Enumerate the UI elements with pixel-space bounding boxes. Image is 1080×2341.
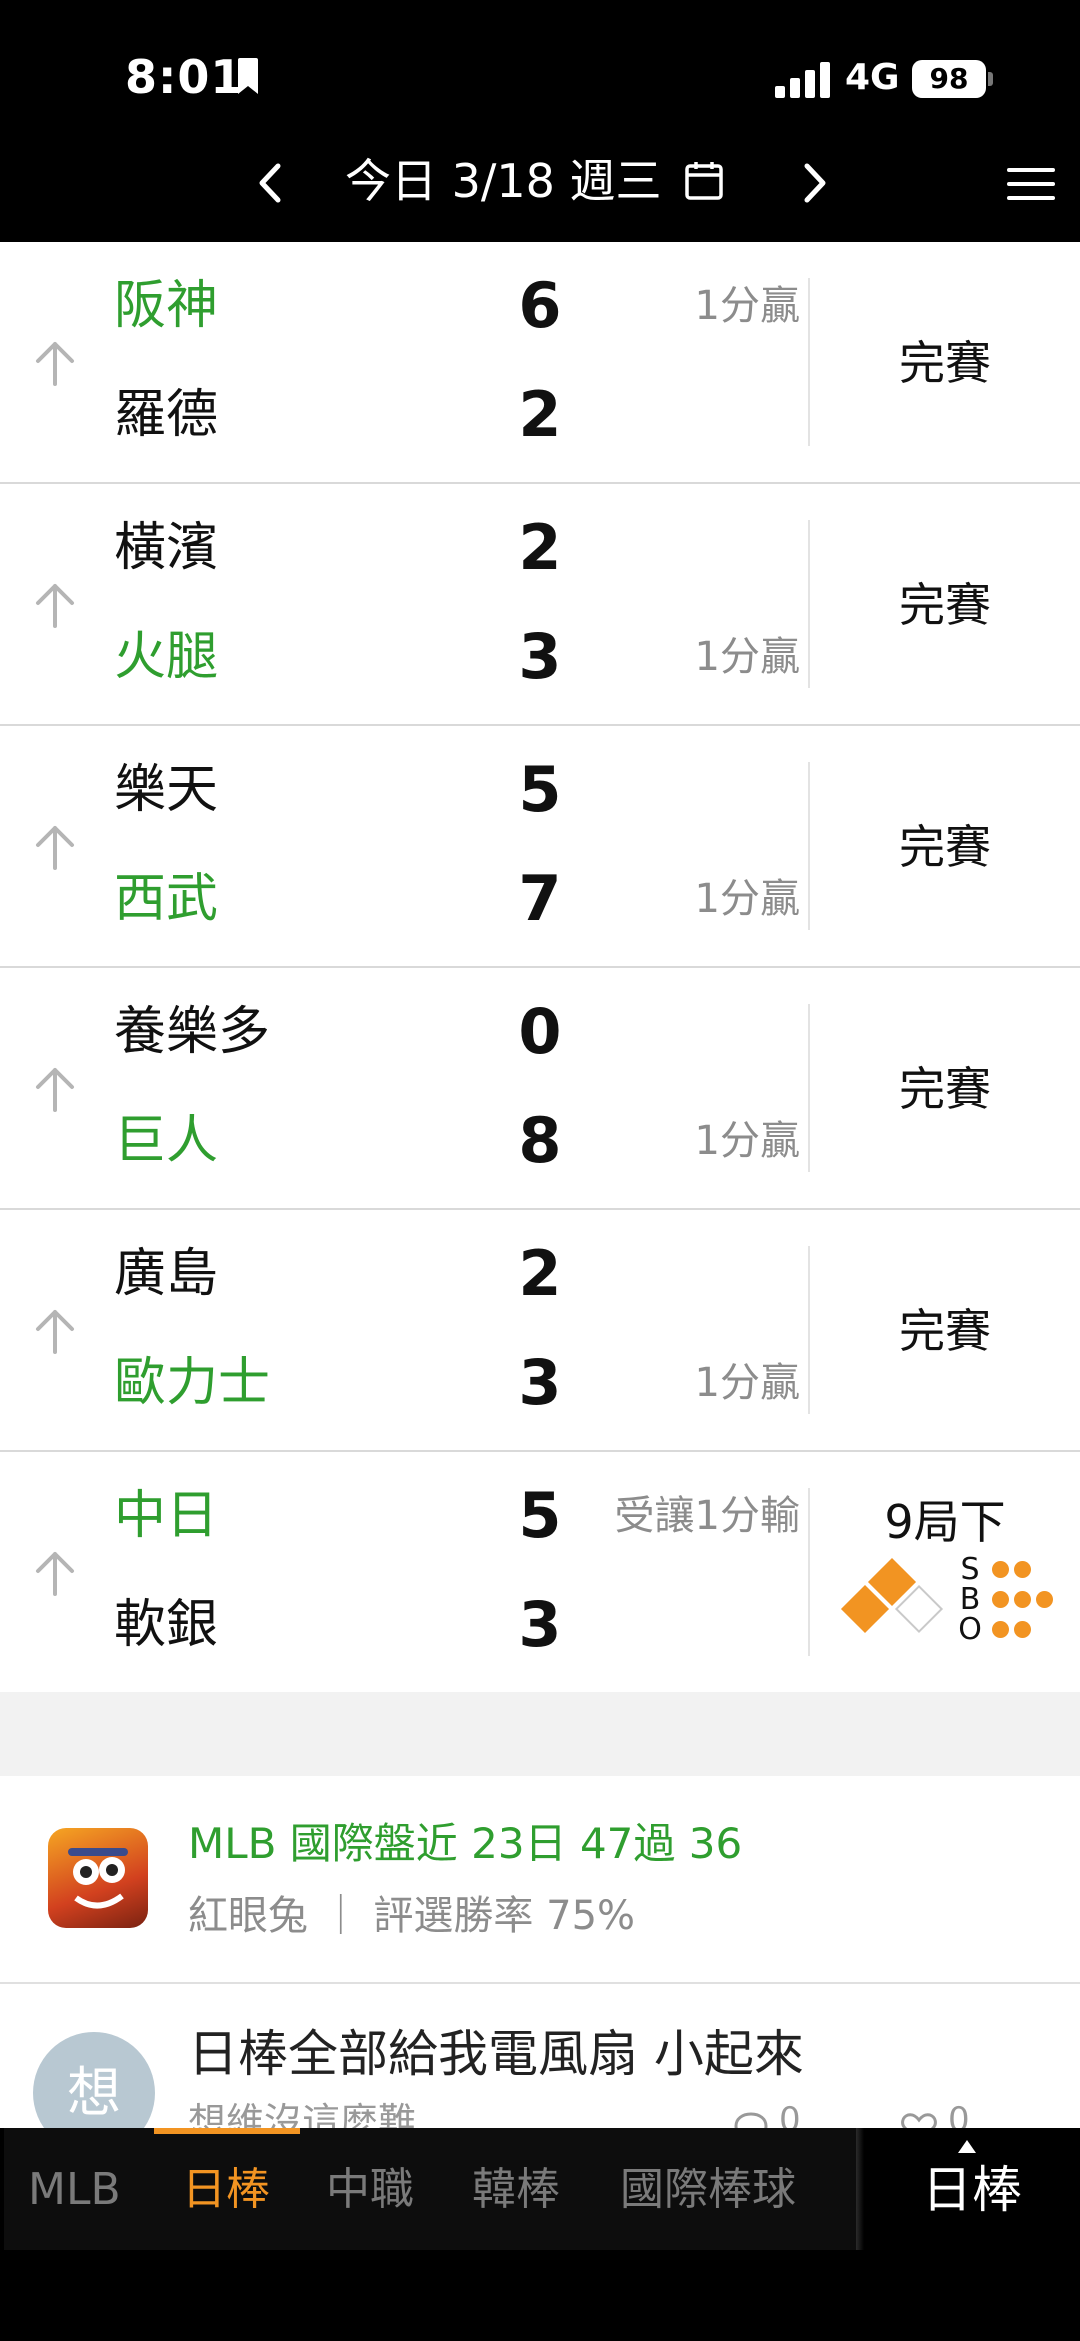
game-status: 9局下 (884, 1495, 1006, 1549)
post-title[interactable]: 日棒全部給我電風扇 小起來 (188, 2022, 804, 2086)
post-author: 想維沒這麼難 (188, 2100, 417, 2128)
league-tab-bar: MLB 日棒 中職 韓棒 國際棒球 日棒 (0, 2128, 1080, 2250)
ball-label: B (959, 1582, 981, 1617)
post-card[interactable]: 想 日棒全部給我電風扇 小起來 想維沒這麼難 0 0 (0, 1986, 1080, 2128)
game-row[interactable]: 中日 5 受讓1分輸 軟銀 3 9局下 (0, 1452, 1080, 1694)
handicap-result: 1分贏 (694, 1360, 800, 1406)
handicap-result: 1分贏 (694, 1118, 800, 1164)
user-avatar[interactable]: 想 (33, 2032, 155, 2128)
tab-npb[interactable]: 日棒 (182, 2160, 270, 2220)
home-score: 8 (518, 1104, 562, 1177)
home-team-name: 歐力士 (114, 1353, 271, 1413)
bookmark-icon (238, 58, 258, 94)
arrow-up-icon[interactable] (34, 1308, 76, 1354)
clock: 8:01 (125, 50, 244, 104)
home-score: 7 (518, 862, 562, 935)
promo-card[interactable]: MLB 國際盤近 23日 47過 36 紅眼兔 ｜ 評選勝率 75% (0, 1776, 1080, 1984)
game-row[interactable]: 樂天 5 西武 7 1分贏 完賽 (0, 726, 1080, 968)
game-row[interactable]: 養樂多 0 巨人 8 1分贏 完賽 (0, 968, 1080, 1210)
ball-dot (992, 1591, 1009, 1608)
game-status: 完賽 (899, 820, 991, 874)
status-bar: 8:01 4G 98 (0, 0, 1080, 140)
handicap-result: 1分贏 (694, 283, 800, 329)
date-nav: 今日 3/18 週三 (0, 140, 1080, 242)
home-score: 3 (518, 620, 562, 693)
out-dot (992, 1621, 1009, 1638)
out-label: O (958, 1612, 982, 1647)
promo-subtitle: 紅眼兔 ｜ 評選勝率 75% (188, 1893, 636, 1939)
handicap-result: 1分贏 (694, 876, 800, 922)
game-status: 完賽 (899, 336, 991, 390)
arrow-up-icon[interactable] (34, 824, 76, 870)
away-team-name: 阪神 (114, 276, 219, 336)
home-team-name: 羅德 (114, 385, 219, 445)
ball-dot (1036, 1591, 1053, 1608)
away-team-name: 廣島 (114, 1244, 219, 1304)
arrow-up-icon[interactable] (34, 1550, 76, 1596)
active-tab-indicator (154, 2128, 300, 2134)
home-team-name: 西武 (114, 869, 219, 929)
away-team-name: 養樂多 (114, 1002, 271, 1062)
game-row[interactable]: 阪神 6 1分贏 羅德 2 完賽 (0, 242, 1080, 484)
handicap-result: 1分贏 (694, 634, 800, 680)
away-score: 5 (518, 753, 562, 826)
tab-mlb[interactable]: MLB (28, 2160, 121, 2220)
strike-label: S (960, 1552, 980, 1587)
strike-dot (992, 1561, 1009, 1578)
ball-dot (1014, 1591, 1031, 1608)
caret-up-icon[interactable] (958, 2140, 976, 2153)
comment-icon[interactable] (733, 2111, 769, 2128)
feed: MLB 國際盤近 23日 47過 36 紅眼兔 ｜ 評選勝率 75% 想 日棒全… (0, 1776, 1080, 2128)
game-row[interactable]: 橫濱 2 火腿 3 1分贏 完賽 (0, 484, 1080, 726)
away-team-name: 樂天 (114, 760, 219, 820)
away-score: 6 (518, 269, 562, 342)
home-score: 3 (518, 1588, 562, 1661)
home-team-name: 火腿 (114, 627, 219, 687)
game-row[interactable]: 廣島 2 歐力士 3 1分贏 完賽 (0, 1210, 1080, 1452)
comment-count: 0 (779, 2100, 801, 2128)
tipster-avatar-art (68, 1848, 128, 1909)
away-team-name: 橫濱 (114, 518, 219, 578)
game-status: 完賽 (899, 578, 991, 632)
strike-dot (1014, 1561, 1031, 1578)
away-score: 5 (518, 1479, 562, 1552)
network-type: 4G (845, 57, 900, 98)
calendar-icon[interactable] (683, 160, 725, 202)
battery-icon: 98 (912, 60, 986, 98)
game-list: 阪神 6 1分贏 羅德 2 完賽 橫濱 2 火腿 3 1分贏 完賽 樂天 5 西… (0, 242, 1080, 1694)
game-status: 完賽 (899, 1304, 991, 1358)
chevron-right-icon[interactable] (797, 160, 833, 206)
home-score: 3 (518, 1346, 562, 1419)
home-indicator-area (0, 2250, 1080, 2341)
heart-icon[interactable] (900, 2111, 938, 2128)
current-league-button[interactable]: 日棒 (922, 2160, 1022, 2220)
arrow-up-icon[interactable] (34, 582, 76, 628)
tab-separator (856, 2128, 864, 2250)
away-score: 2 (518, 1237, 562, 1310)
away-team-name: 中日 (114, 1486, 219, 1546)
chevron-left-icon[interactable] (252, 160, 288, 206)
current-date[interactable]: 今日 3/18 週三 (345, 150, 662, 212)
home-score: 2 (518, 378, 562, 451)
out-dot (1014, 1621, 1031, 1638)
like-count: 0 (948, 2100, 970, 2128)
game-status: 完賽 (899, 1062, 991, 1116)
league-tabs: MLB 日棒 中職 韓棒 國際棒球 (4, 2128, 856, 2250)
tab-international[interactable]: 國際棒球 (620, 2160, 796, 2220)
tab-cpbl[interactable]: 中職 (326, 2160, 414, 2220)
hamburger-menu-icon[interactable] (1007, 164, 1055, 204)
arrow-up-icon[interactable] (34, 1066, 76, 1112)
home-team-name: 軟銀 (114, 1595, 219, 1655)
section-gap (0, 1692, 1080, 1776)
handicap-result: 受讓1分輸 (614, 1493, 800, 1539)
signal-icon (775, 62, 830, 98)
tab-kbo[interactable]: 韓棒 (472, 2160, 560, 2220)
away-score: 0 (518, 995, 562, 1068)
promo-title[interactable]: MLB 國際盤近 23日 47過 36 (188, 1816, 742, 1872)
home-team-name: 巨人 (114, 1111, 219, 1171)
battery-tip (988, 72, 993, 86)
away-score: 2 (518, 511, 562, 584)
arrow-up-icon[interactable] (34, 340, 76, 386)
tipster-avatar[interactable] (48, 1828, 148, 1928)
